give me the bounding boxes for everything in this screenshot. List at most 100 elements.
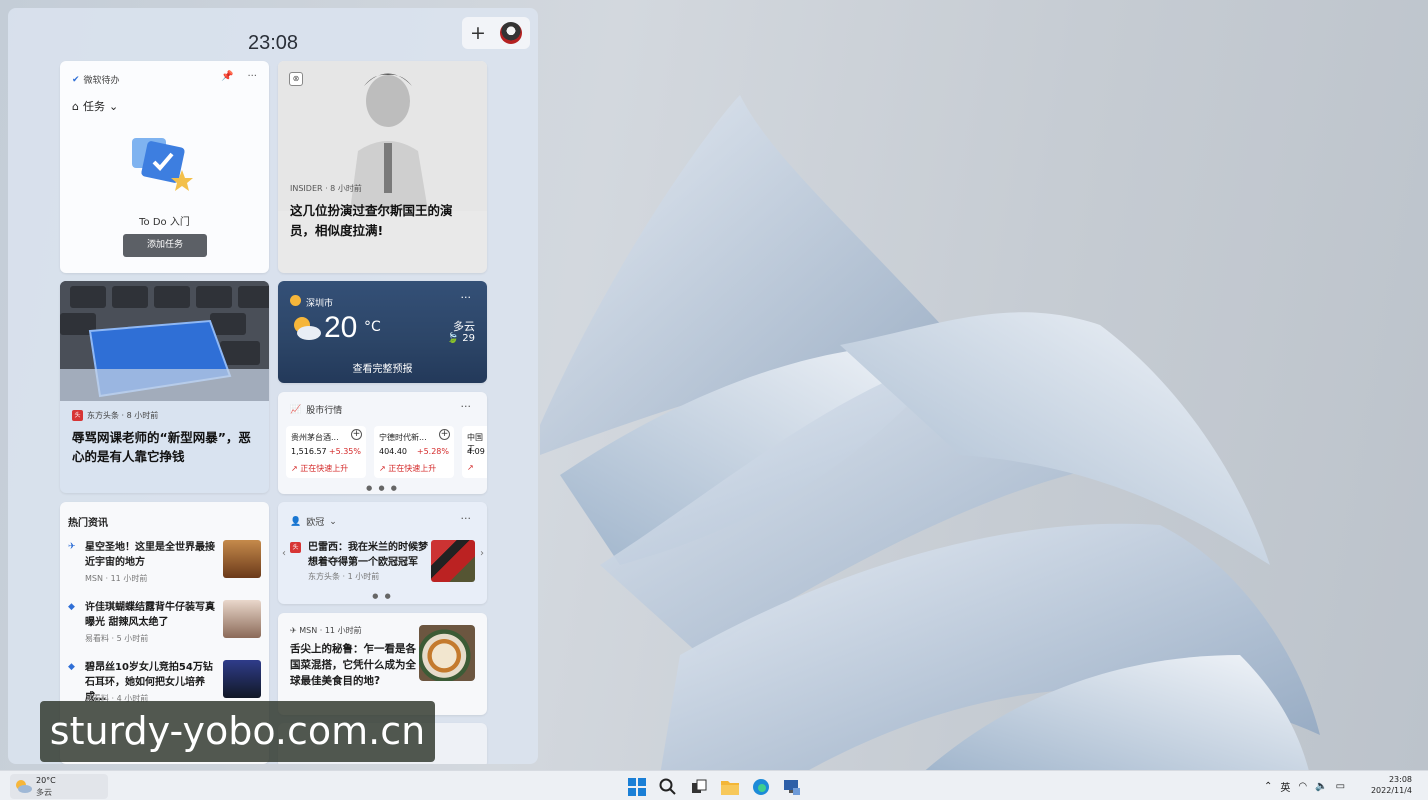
pin-icon[interactable]: 📌 [221, 71, 233, 82]
watermark: sturdy-yobo.com.cn [40, 701, 435, 762]
file-explorer-button[interactable] [719, 776, 740, 797]
news-card-insider[interactable]: ⊗ INSIDER · 8 小时前 这几位扮演过查尔斯国王的演员，相似度拉满! [278, 61, 487, 273]
source-badge-icon: ⊗ [289, 72, 303, 86]
hot-news-title: 热门资讯 [68, 518, 108, 529]
add-task-button[interactable]: 添加任务 [123, 234, 207, 257]
panel-actions: + [462, 17, 530, 49]
news-source-text: 东方头条 · 8 小时前 [87, 411, 159, 420]
news-meta: 东方头条 · 1 小时前 [308, 572, 380, 581]
champions-league-widget[interactable]: 👤 欧冠 ⌄ ··· ‹ 头 巴雷西：我在米兰的时候梦想着夺得第一个欧冠冠军 东… [278, 502, 487, 604]
weather-temp: 20 [324, 311, 358, 344]
source-icon: ◆ [68, 602, 75, 612]
news-meta: MSN · 11 小时前 [85, 574, 148, 583]
taskbar-apps [626, 776, 802, 797]
weather-city: 深圳市 [306, 299, 334, 309]
msn-icon: ✈ [68, 542, 76, 552]
taskbar-weather[interactable]: 20°C 多云 [10, 774, 108, 799]
trend-icon: 📈 [290, 404, 302, 415]
stock-price: 1,516.57 [291, 447, 327, 456]
stock-price: 4.09 [467, 447, 485, 456]
taskbar: 20°C 多云 ⌃ 英 ◠ 🔈 ▭ 23:08 2022/11/4 [0, 770, 1428, 800]
todo-list-name: 任务 [82, 100, 105, 113]
location-icon [290, 295, 301, 306]
todo-app-name: 微软待办 [83, 76, 120, 86]
full-forecast-link[interactable]: 查看完整预报 [278, 360, 487, 375]
news-source: ✈ MSN · 11 小时前 [290, 626, 362, 635]
stock-change: +5.28% [416, 447, 449, 456]
volume-icon[interactable]: 🔈 [1315, 781, 1327, 792]
news-card-peru-food[interactable]: ✈ MSN · 11 小时前 舌尖上的秘鲁：乍一看是各国菜混搭，它凭什么成为全球… [278, 613, 487, 715]
folder-icon [720, 780, 739, 795]
todo-illustration [132, 138, 193, 191]
edge-icon [752, 778, 769, 795]
stock-tile[interactable]: 宁德时代新... + 404.40 +5.28% ↗ 正在快速上升 [374, 426, 454, 478]
search-icon [659, 778, 676, 795]
edge-browser-button[interactable] [750, 776, 771, 797]
news-thumbnail [223, 600, 261, 638]
start-button[interactable] [626, 776, 647, 797]
todo-list-selector[interactable]: ⌂ 任务 ⌄ [72, 98, 118, 114]
taskbar-time: 23:08 [1388, 775, 1412, 784]
check-icon: ✔ [72, 74, 80, 85]
more-icon[interactable]: ··· [461, 400, 472, 413]
panel-clock: 23:08 [247, 32, 299, 54]
home-icon: ⌂ [72, 99, 79, 113]
list-item[interactable]: ◆ 许佳琪蝴蝶结露背牛仔装写真曝光 甜辣风太绝了 易看料 · 5 小时前 [68, 600, 265, 650]
stock-trend: ↗ 正在快速上升 [379, 464, 437, 473]
category-name: 欧冠 [306, 518, 325, 528]
windows-bloom-wallpaper [540, 95, 1320, 770]
stock-price: 404.40 [379, 447, 407, 456]
windows-logo-icon [627, 777, 646, 796]
more-icon[interactable]: ··· [247, 71, 257, 82]
todo-intro: To Do 入门 [139, 217, 190, 228]
stock-trend-text: 正在快速上升 [300, 464, 349, 473]
keyboard-photo [60, 281, 269, 401]
more-icon[interactable]: ··· [461, 291, 472, 304]
chevron-left-icon[interactable]: ‹ [282, 548, 286, 559]
stocks-header: 📈 股市行情 [290, 403, 343, 417]
wifi-icon[interactable]: ◠ [1298, 781, 1307, 792]
todo-header-actions: 📌 ··· [221, 71, 257, 82]
news-title: 辱骂网课老师的“新型网暴”，恶心的是有人靠它挣钱 [72, 430, 251, 464]
stock-trend: ↗ 正在快速上升 [291, 464, 349, 473]
news-card-cyberbullying[interactable]: 头 东方头条 · 8 小时前 辱骂网课老师的“新型网暴”，恶心的是有人靠它挣钱 [60, 281, 269, 493]
stock-change: +5.35% [328, 447, 361, 456]
add-stock-button[interactable]: + [351, 429, 362, 440]
taskbar-date: 2022/11/4 [1370, 786, 1412, 795]
remote-desktop-button[interactable] [781, 776, 802, 797]
news-headline: 许佳琪蝴蝶结露背牛仔装写真曝光 甜辣风太绝了 [85, 602, 215, 628]
partly-cloudy-icon [294, 317, 321, 340]
stock-tile[interactable]: 中国工 4.09 ↗ [462, 426, 487, 478]
more-icon[interactable]: ··· [461, 512, 472, 525]
news-source: INSIDER · 8 小时前 [290, 184, 362, 193]
news-thumbnail [419, 625, 475, 681]
taskbar-clock[interactable]: 23:08 2022/11/4 [1371, 774, 1412, 796]
add-stock-button[interactable]: + [439, 429, 450, 440]
chevron-up-icon[interactable]: ⌃ [1264, 781, 1272, 792]
news-thumbnail [223, 660, 261, 698]
source-icon: ◆ [68, 662, 75, 672]
search-button[interactable] [657, 776, 678, 797]
battery-icon[interactable]: ▭ [1336, 781, 1345, 792]
partly-cloudy-icon [16, 780, 32, 793]
carousel-dots: ● ● [372, 592, 393, 600]
chevron-right-icon[interactable]: › [480, 548, 484, 559]
news-headline: 巴雷西：我在米兰的时候梦想着夺得第一个欧冠冠军 [308, 542, 428, 568]
stock-name: 宁德时代新... [379, 433, 427, 442]
task-view-button[interactable] [688, 776, 709, 797]
news-thumbnail [431, 540, 475, 582]
stocks-title: 股市行情 [306, 406, 343, 416]
aqi-value: 29 [462, 333, 475, 344]
stock-tile[interactable]: 贵州茅台酒... + 1,516.57 +5.35% ↗ 正在快速上升 [286, 426, 366, 478]
user-avatar[interactable] [500, 22, 522, 44]
input-method[interactable]: 英 [1280, 779, 1290, 794]
carousel-dots: ● ● ● [366, 484, 399, 492]
computer-icon [783, 779, 800, 795]
chevron-down-icon[interactable]: ⌄ [329, 517, 337, 527]
weather-unit: °C [364, 319, 381, 335]
weather-widget[interactable]: 深圳市 ··· 20 °C 多云 🍃 29 查看完整预报 [278, 281, 487, 383]
todo-widget: ✔ 微软待办 📌 ··· ⌂ 任务 ⌄ To Do 入门 添加任务 [60, 61, 269, 273]
list-item[interactable]: ✈ 星空圣地！这里是全世界最接近宇宙的地方 MSN · 11 小时前 [68, 540, 265, 590]
add-widget-button[interactable]: + [462, 22, 494, 44]
news-thumbnail [223, 540, 261, 578]
